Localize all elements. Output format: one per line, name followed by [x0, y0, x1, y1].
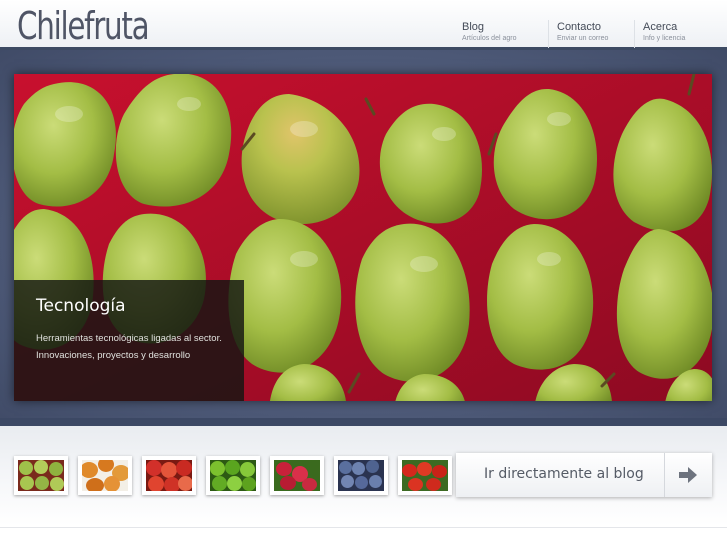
nav-item-contacto[interactable]: Contacto Enviar un correo	[548, 20, 634, 48]
nav-title: Contacto	[557, 21, 602, 33]
nav-subtitle: Enviar un correo	[557, 35, 609, 42]
button-divider	[664, 453, 665, 497]
thumb-red-apples[interactable]	[142, 456, 196, 495]
thumb-green-fruit[interactable]	[14, 456, 68, 495]
thumb-limes[interactable]	[206, 456, 260, 495]
arrow-right-icon	[679, 467, 697, 483]
divider	[0, 527, 727, 528]
site-header: Chilefruta Blog Artículos del agro Conta…	[0, 0, 727, 50]
featured-slide[interactable]: Tecnología Herramientas tecnológicas lig…	[14, 74, 712, 401]
slide-description: Herramientas tecnológicas ligadas al sec…	[36, 333, 222, 361]
thumb-orange-fruit[interactable]	[78, 456, 132, 495]
nav-title: Acerca	[643, 21, 678, 33]
nav-subtitle: Artículos del agro	[462, 35, 517, 42]
nav-subtitle: Info y licencia	[643, 35, 686, 42]
site-logo[interactable]: Chilefruta	[17, 4, 150, 48]
slide-title: Tecnología	[36, 296, 126, 316]
thumb-blueberries[interactable]	[334, 456, 388, 495]
thumb-tomatoes[interactable]	[398, 456, 452, 495]
nav-item-blog[interactable]: Blog Artículos del agro	[462, 20, 548, 48]
thumbnail-list	[14, 456, 462, 495]
thumb-raspberries[interactable]	[270, 456, 324, 495]
go-to-blog-button[interactable]: Ir directamente al blog	[456, 453, 712, 497]
slide-caption: Tecnología Herramientas tecnológicas lig…	[14, 280, 244, 401]
go-to-blog-label: Ir directamente al blog	[484, 466, 644, 482]
main-nav: Blog Artículos del agro Contacto Enviar …	[462, 20, 720, 48]
nav-item-acerca[interactable]: Acerca Info y licencia	[634, 20, 720, 48]
nav-title: Blog	[462, 21, 485, 33]
